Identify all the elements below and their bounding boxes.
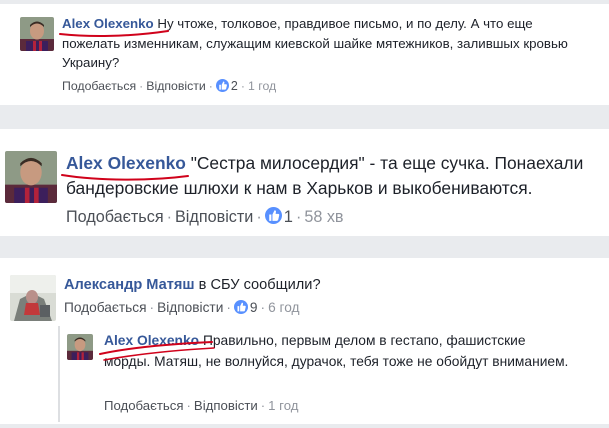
like-link[interactable]: Подобається: [66, 208, 164, 226]
comment-author[interactable]: Alex Olexenko: [62, 16, 154, 31]
comment-body: Alex Olexenko "Сестра милосердия" - та е…: [66, 151, 606, 201]
comment-actions: Подобається · Відповісти · 9 · 6 год: [64, 300, 300, 315]
separator-dot: ·: [260, 398, 266, 413]
comment-body: Alex Olexenko Ну чтоже, толковое, правди…: [62, 14, 592, 73]
like-link[interactable]: Подобається: [104, 398, 184, 413]
avatar-image: [10, 275, 56, 321]
divider: [0, 236, 609, 258]
comment-timestamp[interactable]: 6 год: [268, 300, 299, 315]
reply-link[interactable]: Відповісти: [194, 398, 258, 413]
comment-timestamp[interactable]: 58 хв: [304, 208, 343, 226]
reply-link[interactable]: Відповісти: [157, 300, 223, 315]
thumbs-up-icon: [264, 207, 282, 224]
like-link[interactable]: Подобається: [62, 79, 136, 93]
separator-dot: ·: [240, 79, 245, 93]
avatar-image: [67, 334, 93, 360]
separator-dot: ·: [226, 300, 231, 315]
comment-author[interactable]: Александр Матяш: [64, 277, 195, 293]
divider: [0, 0, 609, 4]
comment-timestamp[interactable]: 1 год: [268, 398, 298, 413]
comment-actions: Подобається · Відповісти · 1 год: [104, 398, 298, 413]
reply-link[interactable]: Відповісти: [175, 208, 253, 226]
comment-author[interactable]: Alex Olexenko: [104, 333, 199, 348]
separator-dot: ·: [186, 398, 191, 413]
comment-actions: Подобається · Відповісти · 1 · 58 хв: [66, 207, 344, 227]
comment-timestamp[interactable]: 1 год: [248, 79, 276, 93]
thumbs-up-icon: [215, 79, 229, 92]
like-link[interactable]: Подобається: [64, 300, 147, 315]
comment-body: Alex Olexenko Правильно, первым делом в …: [104, 330, 574, 372]
avatar-image: [20, 17, 54, 51]
thumbs-up-icon: [233, 300, 248, 314]
divider: [0, 105, 609, 129]
avatar-image: [5, 151, 57, 203]
separator-dot: ·: [295, 208, 302, 226]
separator-dot: ·: [149, 300, 155, 315]
separator-dot: ·: [139, 79, 144, 93]
user-avatar[interactable]: [5, 151, 57, 203]
separator-dot: ·: [256, 208, 262, 226]
separator-dot: ·: [166, 208, 172, 226]
reply-link[interactable]: Відповісти: [146, 79, 206, 93]
reply-thread-line: [58, 326, 60, 422]
user-avatar[interactable]: [20, 17, 54, 51]
comment-author[interactable]: Alex Olexenko: [66, 153, 186, 173]
user-avatar[interactable]: [67, 334, 93, 360]
comment-body: Александр Матяш в СБУ сообщили?: [64, 275, 584, 295]
divider: [0, 424, 609, 428]
like-count[interactable]: 9: [250, 300, 258, 315]
comment-text: в СБУ сообщили?: [198, 277, 321, 293]
user-avatar[interactable]: [10, 275, 56, 321]
comment-actions: Подобається · Відповісти · 2 · 1 год: [62, 79, 276, 93]
separator-dot: ·: [208, 79, 213, 93]
separator-dot: ·: [260, 300, 266, 315]
like-count[interactable]: 2: [231, 79, 238, 93]
like-count[interactable]: 1: [284, 208, 293, 226]
